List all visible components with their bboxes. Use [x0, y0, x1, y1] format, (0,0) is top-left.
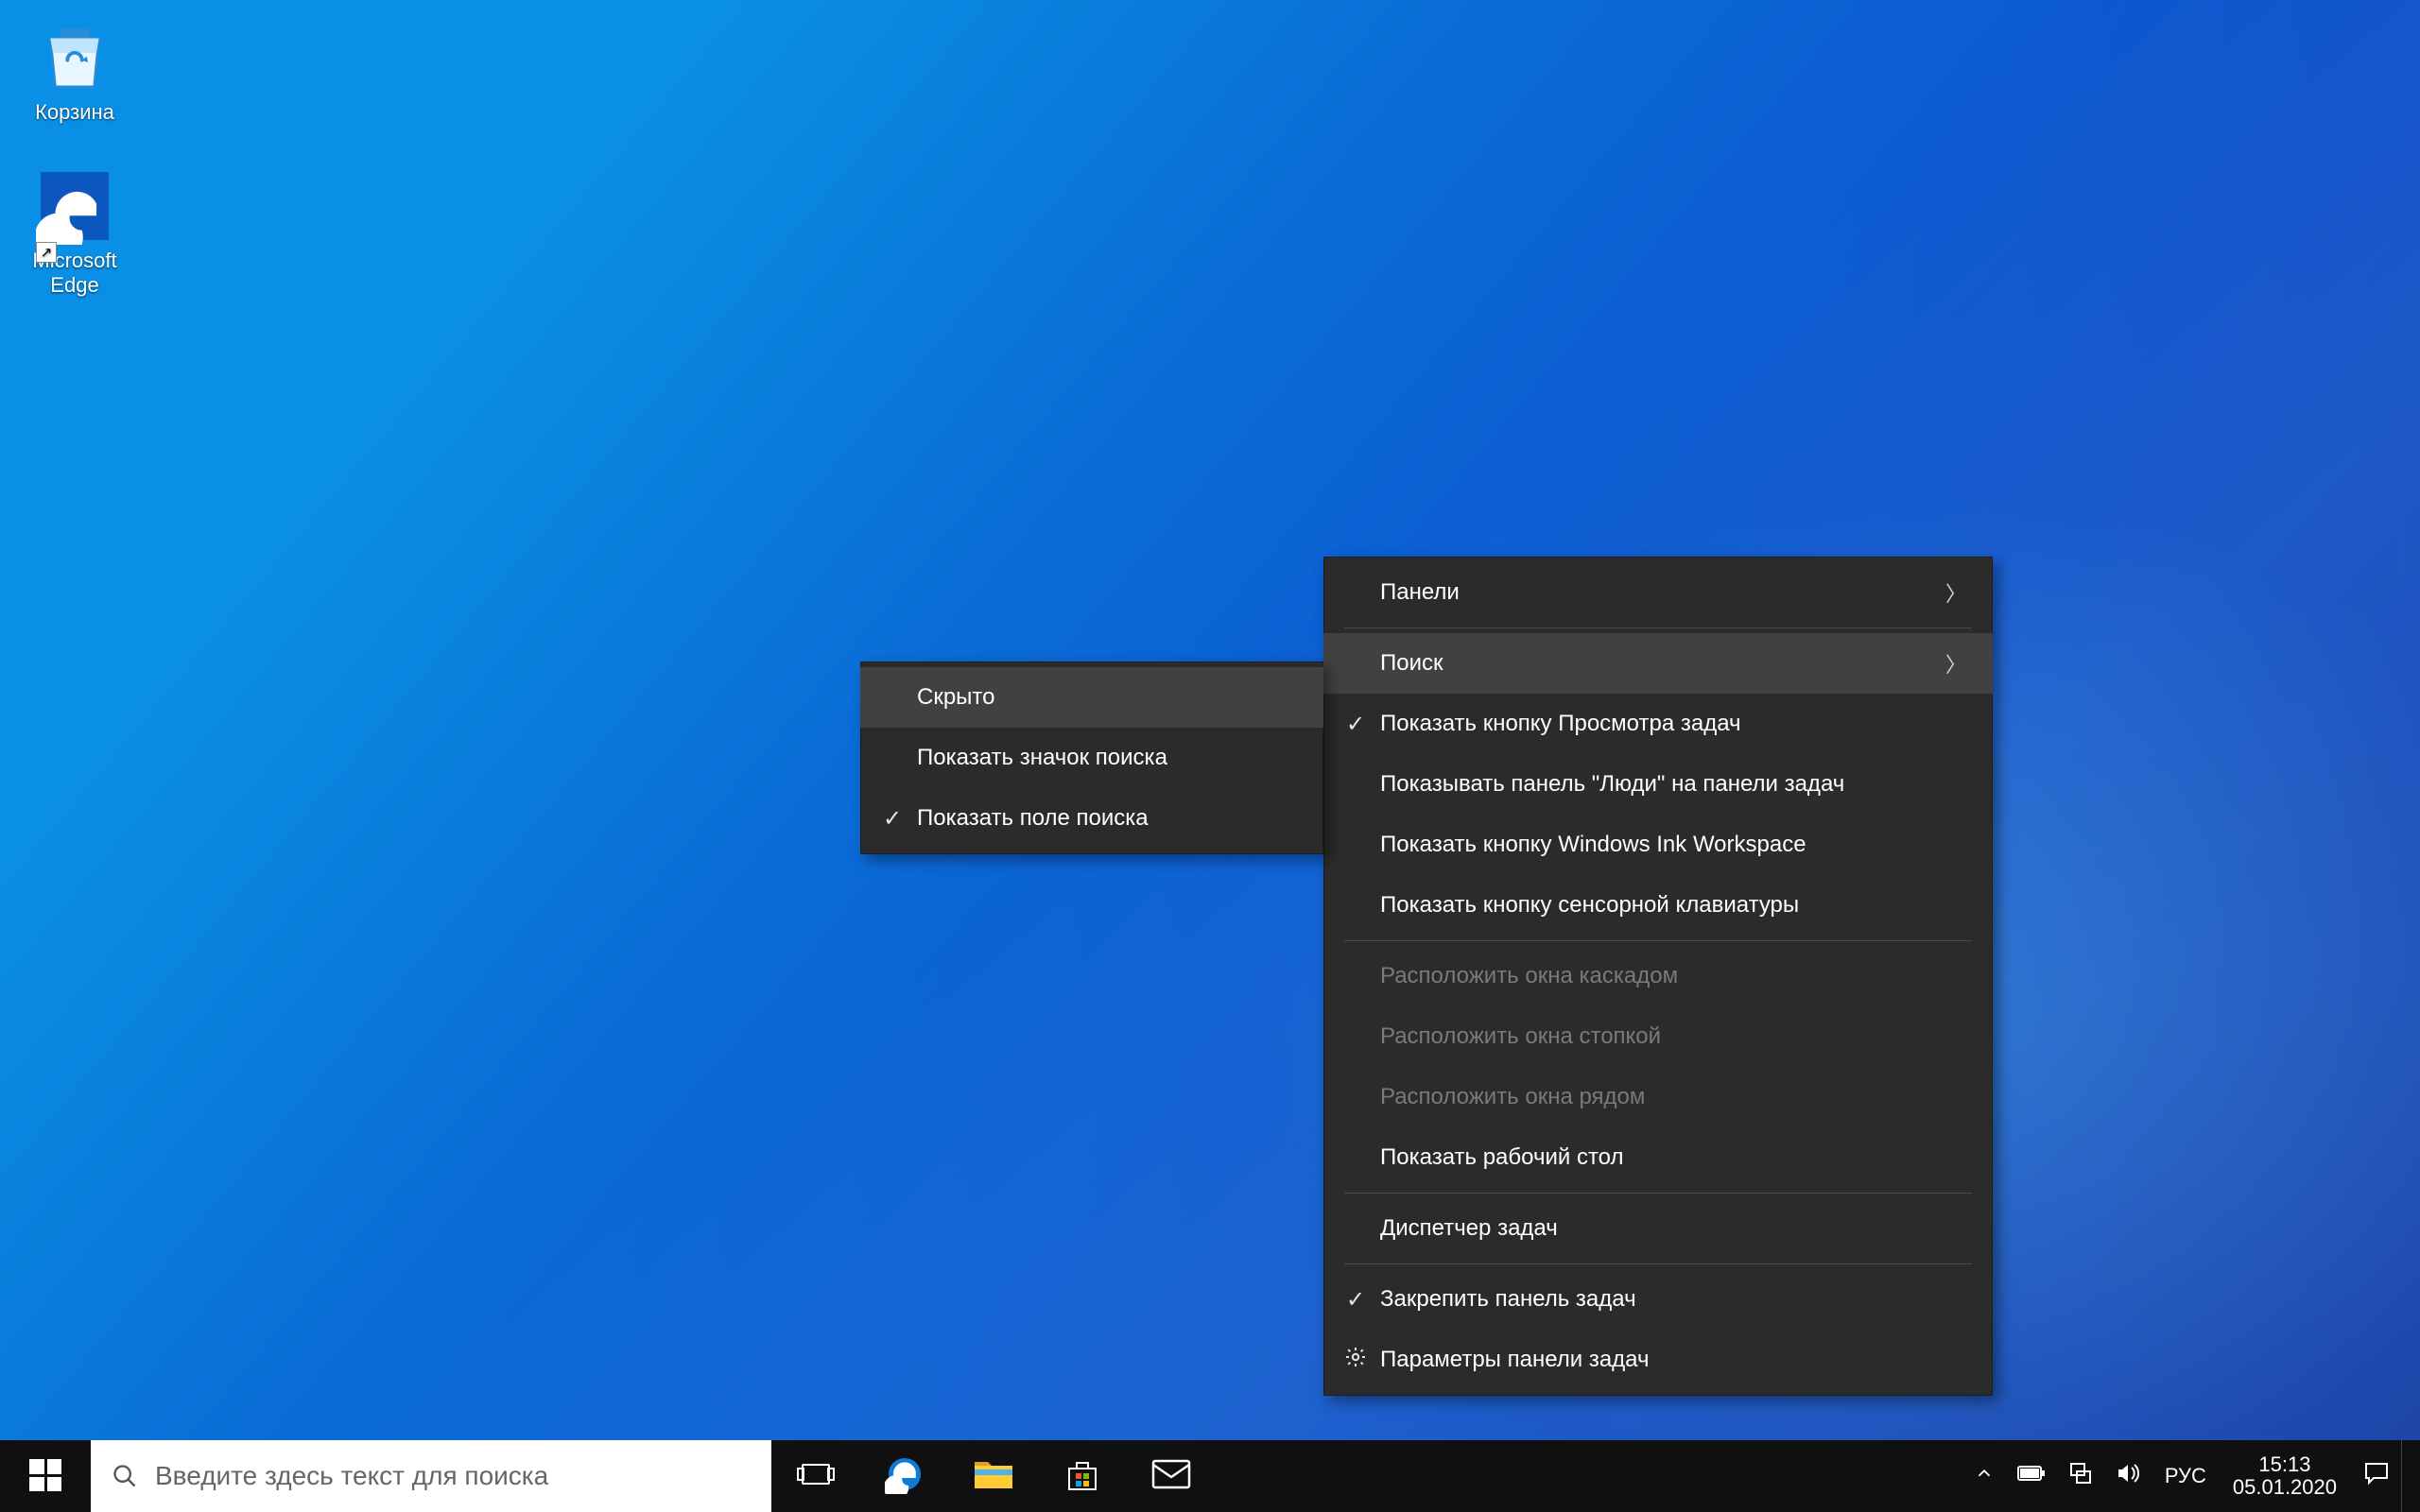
- menu-item-search[interactable]: Поиск 〉: [1323, 633, 1993, 694]
- desktop-icon-label: Microsoft Edge: [17, 249, 132, 297]
- menu-item-side-by-side-windows: Расположить окна рядом: [1323, 1067, 1993, 1127]
- tray-language[interactable]: РУС: [2153, 1440, 2218, 1512]
- menu-item-search-hidden[interactable]: Скрыто: [860, 667, 1323, 728]
- menu-item-label: Расположить окна рядом: [1380, 1084, 1645, 1110]
- action-center-icon: [2363, 1461, 2390, 1491]
- menu-item-label: Показать кнопку Просмотра задач: [1380, 711, 1741, 737]
- language-label: РУС: [2165, 1464, 2206, 1488]
- menu-item-label: Показывать панель "Люди" на панели задач: [1380, 771, 1844, 798]
- taskbar-app-file-explorer[interactable]: [949, 1440, 1038, 1512]
- clock-date: 05.01.2020: [2233, 1476, 2337, 1499]
- menu-item-label: Показать значок поиска: [917, 745, 1167, 771]
- folder-icon: [973, 1456, 1014, 1497]
- tray-overflow-button[interactable]: [1962, 1440, 2006, 1512]
- system-tray: РУС 15:13 05.01.2020: [1962, 1440, 2420, 1512]
- edge-icon: [36, 167, 113, 245]
- menu-separator: [1344, 1263, 1972, 1264]
- check-icon: ✓: [1340, 1286, 1371, 1314]
- menu-item-label: Параметры панели задач: [1380, 1347, 1650, 1373]
- menu-separator: [1344, 1193, 1972, 1194]
- menu-item-label: Показать рабочий стол: [1380, 1144, 1623, 1171]
- menu-item-ink-workspace[interactable]: Показать кнопку Windows Ink Workspace: [1323, 815, 1993, 875]
- store-icon: [1063, 1455, 1101, 1498]
- menu-item-toolbars[interactable]: Панели 〉: [1323, 562, 1993, 623]
- start-button[interactable]: [0, 1440, 91, 1512]
- menu-separator: [1344, 627, 1972, 628]
- menu-item-task-manager[interactable]: Диспетчер задач: [1323, 1198, 1993, 1259]
- desktop-icon-microsoft-edge[interactable]: ↗ Microsoft Edge: [13, 162, 136, 304]
- tray-battery[interactable]: [2006, 1440, 2057, 1512]
- show-desktop-button[interactable]: [2401, 1440, 2414, 1512]
- check-icon: ✓: [877, 805, 908, 833]
- menu-item-label: Скрыто: [917, 684, 995, 711]
- taskbar-app-edge[interactable]: [860, 1440, 949, 1512]
- edge-icon: [885, 1454, 925, 1499]
- taskbar: Введите здесь текст для поиска: [0, 1440, 2420, 1512]
- menu-item-search-icon[interactable]: Показать значок поиска: [860, 728, 1323, 788]
- mail-icon: [1150, 1458, 1192, 1495]
- menu-item-label: Панели: [1380, 579, 1460, 606]
- taskbar-app-mail[interactable]: [1127, 1440, 1216, 1512]
- gear-icon: [1340, 1346, 1371, 1375]
- clock-time: 15:13: [2258, 1453, 2310, 1476]
- menu-item-touch-keyboard[interactable]: Показать кнопку сенсорной клавиатуры: [1323, 875, 1993, 936]
- recycle-bin-icon: [36, 19, 113, 96]
- menu-item-label: Показать поле поиска: [917, 805, 1149, 832]
- menu-item-show-task-view[interactable]: ✓ Показать кнопку Просмотра задач: [1323, 694, 1993, 754]
- menu-item-cascade-windows: Расположить окна каскадом: [1323, 946, 1993, 1006]
- tray-clock[interactable]: 15:13 05.01.2020: [2218, 1440, 2352, 1512]
- menu-item-label: Расположить окна каскадом: [1380, 963, 1678, 989]
- task-view-icon: [797, 1459, 835, 1494]
- search-submenu: Скрыто Показать значок поиска ✓ Показать…: [860, 662, 1323, 854]
- menu-item-label: Показать кнопку сенсорной клавиатуры: [1380, 892, 1799, 919]
- menu-item-label: Показать кнопку Windows Ink Workspace: [1380, 832, 1806, 858]
- chevron-up-icon: [1974, 1463, 1995, 1489]
- menu-item-label: Закрепить панель задач: [1380, 1286, 1636, 1313]
- check-icon: ✓: [1340, 711, 1371, 738]
- tray-volume[interactable]: [2104, 1440, 2153, 1512]
- menu-item-show-desktop[interactable]: Показать рабочий стол: [1323, 1127, 1993, 1188]
- taskbar-app-microsoft-store[interactable]: [1038, 1440, 1127, 1512]
- search-input[interactable]: Введите здесь текст для поиска: [91, 1440, 771, 1512]
- menu-item-lock-taskbar[interactable]: ✓ Закрепить панель задач: [1323, 1269, 1993, 1330]
- network-icon: [2068, 1461, 2093, 1491]
- menu-item-label: Расположить окна стопкой: [1380, 1023, 1661, 1050]
- menu-separator: [1344, 940, 1972, 941]
- menu-item-label: Диспетчер задач: [1380, 1215, 1558, 1242]
- menu-item-search-box[interactable]: ✓ Показать поле поиска: [860, 788, 1323, 849]
- battery-icon: [2017, 1464, 2046, 1488]
- tray-action-center[interactable]: [2352, 1440, 2401, 1512]
- menu-item-stack-windows: Расположить окна стопкой: [1323, 1006, 1993, 1067]
- taskbar-context-menu: Панели 〉 Поиск 〉 ✓ Показать кнопку Просм…: [1323, 557, 1993, 1396]
- desktop-icon-label: Корзина: [35, 100, 114, 124]
- menu-item-taskbar-settings[interactable]: Параметры панели задач: [1323, 1330, 1993, 1390]
- search-icon: [112, 1463, 138, 1489]
- menu-item-label: Поиск: [1380, 650, 1443, 677]
- desktop-icon-recycle-bin[interactable]: Корзина: [13, 13, 136, 131]
- chevron-right-icon: 〉: [1945, 577, 1966, 608]
- volume-icon: [2116, 1462, 2142, 1490]
- shortcut-arrow-icon: ↗: [36, 242, 57, 263]
- menu-item-people-taskbar[interactable]: Показывать панель "Люди" на панели задач: [1323, 754, 1993, 815]
- desktop-icon-grid: Корзина ↗ Microsoft Edge: [13, 13, 155, 335]
- chevron-right-icon: 〉: [1945, 648, 1966, 679]
- tray-network[interactable]: [2057, 1440, 2104, 1512]
- search-placeholder: Введите здесь текст для поиска: [155, 1461, 548, 1491]
- task-view-button[interactable]: [771, 1440, 860, 1512]
- windows-logo-icon: [29, 1459, 61, 1491]
